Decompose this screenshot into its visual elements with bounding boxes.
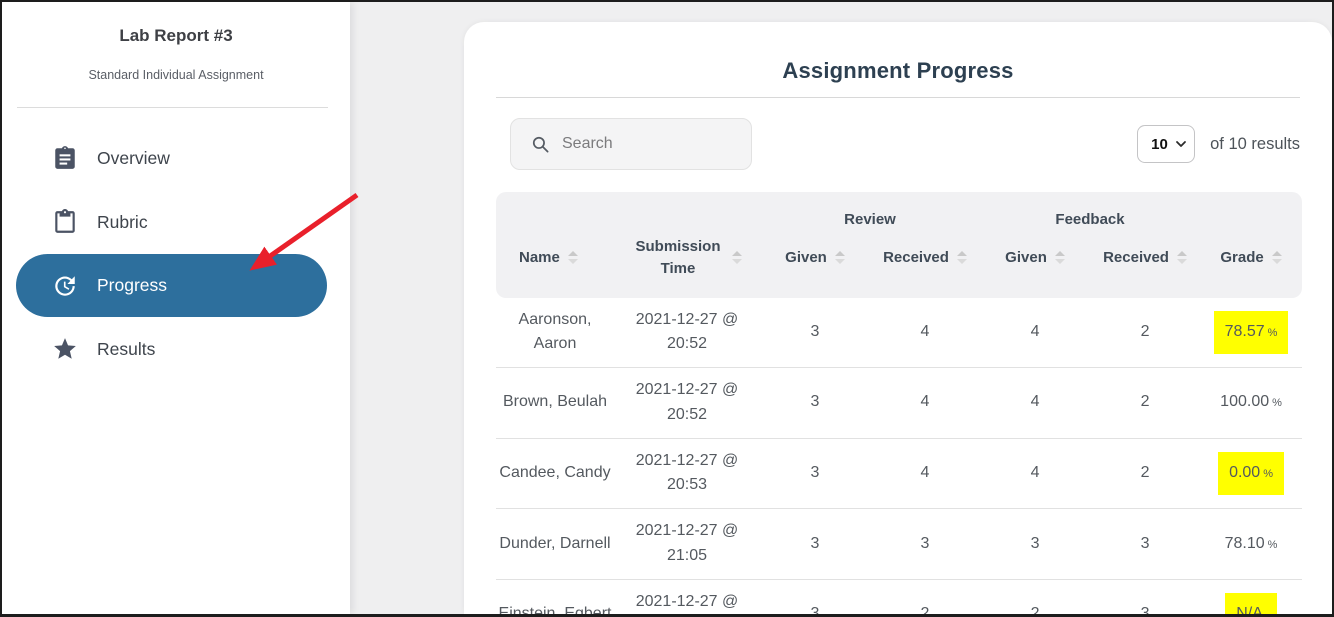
table-row: Brown, Beulah 2021-12-27 @ 20:52 3 4 4 2… xyxy=(496,368,1303,439)
cell-review-given: 3 xyxy=(760,298,870,369)
header-spacer xyxy=(1200,192,1303,230)
sort-icon[interactable] xyxy=(1176,251,1187,265)
cell-name: Aaronson, Aaron xyxy=(496,298,614,369)
search-box[interactable] xyxy=(510,118,752,170)
column-header-feedback-given[interactable]: Given xyxy=(980,230,1091,298)
group-header-feedback: Feedback xyxy=(980,192,1201,230)
clipboard-outline-icon xyxy=(52,209,78,235)
cell-grade: 100.00% xyxy=(1200,368,1303,439)
cell-review-received: 4 xyxy=(870,368,981,439)
star-icon xyxy=(52,336,78,362)
cell-feedback-received: 3 xyxy=(1090,509,1201,580)
cell-feedback-given: 4 xyxy=(980,298,1091,369)
grade-value-wrap: 0.00% xyxy=(1218,452,1284,495)
cell-grade: N/A xyxy=(1200,580,1302,614)
sort-icon[interactable] xyxy=(1271,251,1282,265)
cell-feedback-given: 4 xyxy=(980,439,1091,510)
clipboard-filled-icon xyxy=(52,145,78,171)
cell-name: Einstein, Egbert xyxy=(496,580,614,614)
sidebar-item-rubric[interactable]: Rubric xyxy=(2,190,350,254)
group-header-review: Review xyxy=(760,192,981,230)
cell-name: Dunder, Darnell xyxy=(496,509,614,580)
cell-feedback-given: 3 xyxy=(980,509,1091,580)
sidebar-item-label: Progress xyxy=(97,275,168,295)
column-header-name[interactable]: Name xyxy=(496,230,614,298)
sort-icon[interactable] xyxy=(956,251,967,265)
sidebar-item-label: Rubric xyxy=(97,211,148,232)
table-body: Aaronson, Aaron 2021-12-27 @ 20:52 3 4 4… xyxy=(496,298,1303,614)
sidebar-item-overview[interactable]: Overview xyxy=(2,126,350,190)
cell-grade: 78.10% xyxy=(1200,509,1303,580)
header-spacer xyxy=(496,192,760,230)
cell-name: Candee, Candy xyxy=(496,439,614,510)
cell-feedback-given: 4 xyxy=(980,368,1091,439)
sort-icon[interactable] xyxy=(1054,251,1065,265)
app-window: Lab Report #3 Standard Individual Assign… xyxy=(0,0,1334,617)
sidebar-menu: Overview Rubric Progress Results xyxy=(2,126,350,381)
cell-submission-time: 2021-12-27 @ 21:05 xyxy=(614,509,760,580)
page-size-select[interactable]: 10 xyxy=(1137,125,1196,163)
cell-feedback-given: 2 xyxy=(980,580,1090,614)
table-header: Review Feedback Name Submission Time Giv… xyxy=(496,192,1303,298)
table-row: Aaronson, Aaron 2021-12-27 @ 20:52 3 4 4… xyxy=(496,298,1303,369)
column-header-grade[interactable]: Grade xyxy=(1200,230,1303,298)
sort-icon[interactable] xyxy=(834,251,845,265)
cell-submission-time: 2021-12-27 @ 20:52 xyxy=(614,368,760,439)
cell-review-given: 3 xyxy=(760,509,870,580)
grade-value-wrap: 78.10% xyxy=(1224,534,1278,552)
cell-review-received: 3 xyxy=(870,509,981,580)
sidebar-item-label: Overview xyxy=(97,147,170,168)
grade-value-wrap: N/A xyxy=(1225,593,1277,614)
cell-review-received: 4 xyxy=(870,439,981,510)
cell-submission-time: 2021-12-27 @ 20:53 xyxy=(614,439,760,510)
sidebar-item-results[interactable]: Results xyxy=(2,317,350,381)
title-divider xyxy=(496,97,1300,98)
cell-grade: 78.57% xyxy=(1200,298,1303,369)
cell-name: Brown, Beulah xyxy=(496,368,614,439)
sort-icon[interactable] xyxy=(567,251,578,265)
sidebar-item-label: Results xyxy=(97,338,156,359)
cell-submission-time: 2021-12-27 @ 20:52 xyxy=(614,298,760,369)
main-panel: Assignment Progress 10 xyxy=(464,22,1332,614)
grade-value-wrap: 100.00% xyxy=(1220,393,1282,411)
cell-review-given: 3 xyxy=(760,580,870,614)
results-count: of 10 results xyxy=(1210,134,1300,153)
history-icon xyxy=(52,273,78,299)
sidebar-item-progress[interactable]: Progress xyxy=(16,254,327,317)
cell-feedback-received: 2 xyxy=(1090,298,1201,369)
sidebar-divider xyxy=(17,107,328,108)
assignment-subtitle: Standard Individual Assignment xyxy=(88,68,264,82)
column-header-submission-time[interactable]: Submission Time xyxy=(614,230,760,298)
table-controls: 10 of 10 results xyxy=(496,118,1300,170)
progress-table: Review Feedback Name Submission Time Giv… xyxy=(496,192,1303,614)
cell-review-given: 3 xyxy=(760,368,870,439)
search-input[interactable] xyxy=(560,134,734,154)
grade-value-wrap: 78.57% xyxy=(1213,310,1289,354)
cell-feedback-received: 2 xyxy=(1090,439,1201,510)
cell-submission-time: 2021-12-27 @ 21:09 xyxy=(614,580,760,614)
sidebar: Lab Report #3 Standard Individual Assign… xyxy=(2,2,350,614)
cell-review-received: 2 xyxy=(870,580,980,614)
column-header-review-received[interactable]: Received xyxy=(870,230,981,298)
cell-review-received: 4 xyxy=(870,298,981,369)
search-icon xyxy=(531,135,550,154)
pagination-controls: 10 of 10 results xyxy=(1137,125,1300,163)
table-row: Einstein, Egbert 2021-12-27 @ 21:09 3 2 … xyxy=(496,580,1302,614)
sort-icon[interactable] xyxy=(732,251,742,265)
column-header-review-given[interactable]: Given xyxy=(760,230,870,298)
cell-feedback-received: 2 xyxy=(1090,368,1201,439)
cell-feedback-received: 3 xyxy=(1090,580,1200,614)
cell-review-given: 3 xyxy=(760,439,870,510)
page-title: Assignment Progress xyxy=(782,58,1014,83)
assignment-title: Lab Report #3 xyxy=(119,26,233,45)
cell-grade: 0.00% xyxy=(1200,439,1303,510)
table-row: Candee, Candy 2021-12-27 @ 20:53 3 4 4 2… xyxy=(496,439,1303,510)
column-header-feedback-received[interactable]: Received xyxy=(1090,230,1201,298)
page-size-select-wrap: 10 xyxy=(1137,125,1196,163)
table-row: Dunder, Darnell 2021-12-27 @ 21:05 3 3 3… xyxy=(496,509,1303,580)
